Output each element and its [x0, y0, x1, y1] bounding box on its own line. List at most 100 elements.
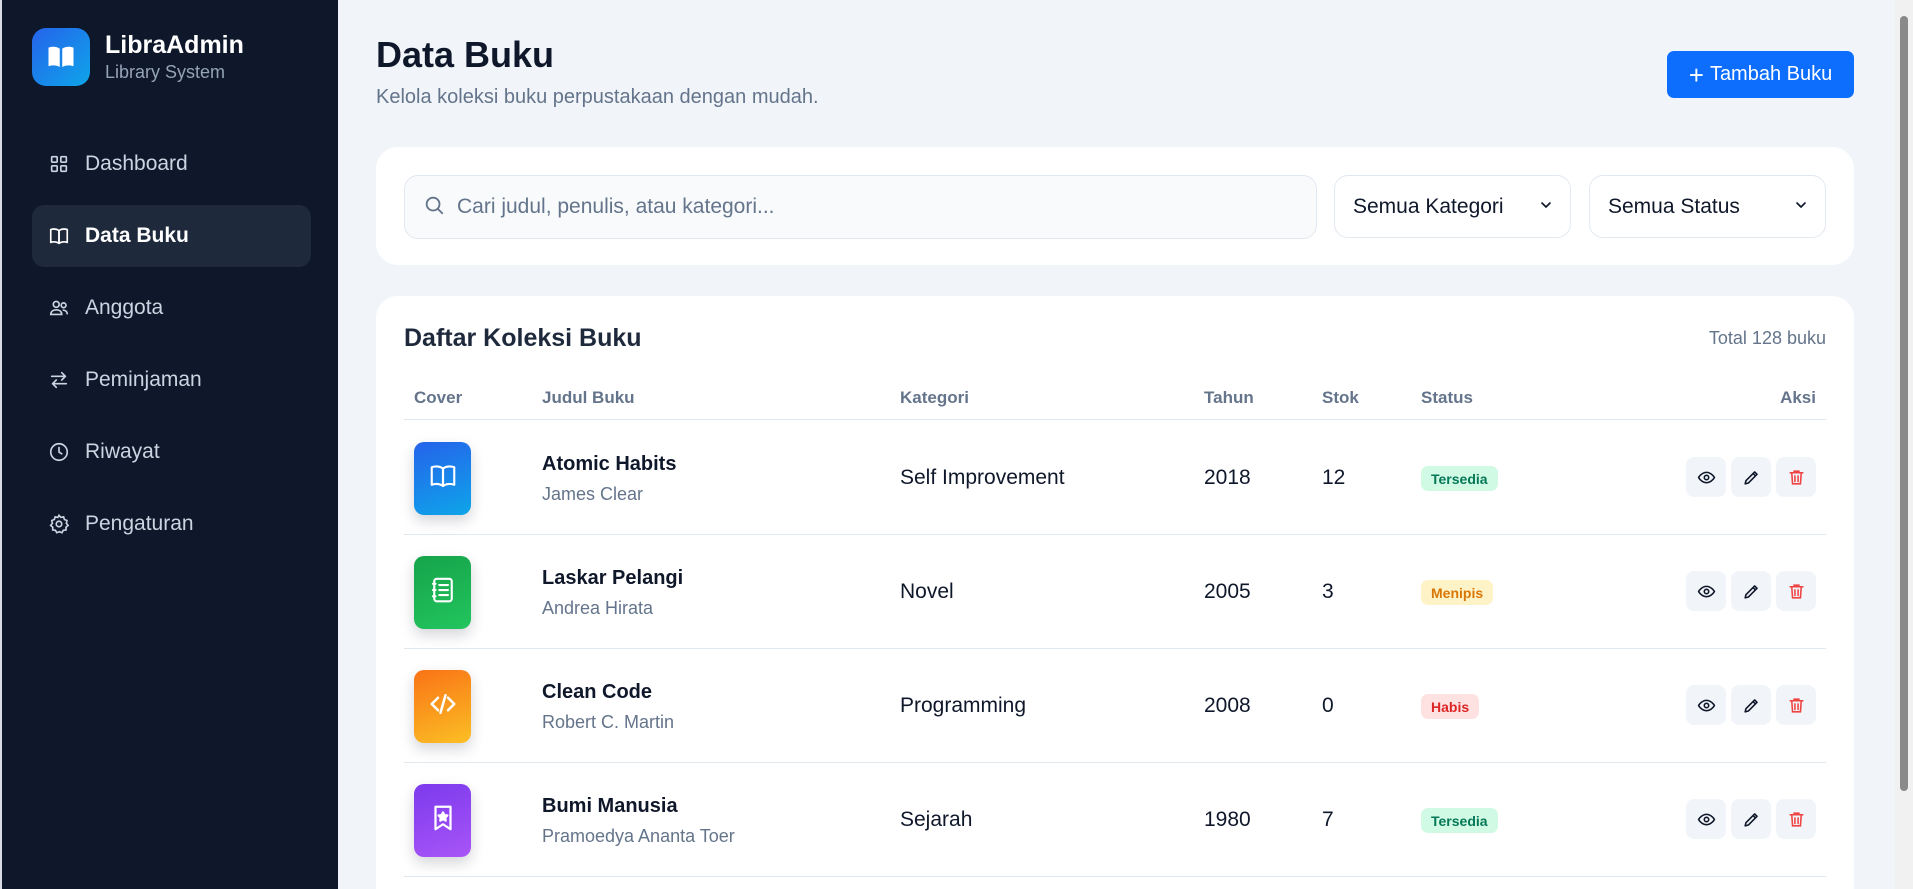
book-year: 2018 [1204, 466, 1251, 489]
category-select[interactable]: Semua Kategori [1334, 175, 1571, 238]
book-year: 1980 [1204, 808, 1251, 831]
eye-icon [1697, 699, 1715, 711]
delete-button[interactable] [1776, 457, 1816, 497]
vertical-scrollbar[interactable] [1895, 0, 1913, 889]
column-header-actions: Aksi [1780, 388, 1816, 407]
book-stock: 12 [1322, 466, 1346, 489]
book-cover [414, 556, 471, 629]
column-header-title: Judul Buku [542, 388, 635, 407]
view-button[interactable] [1686, 457, 1726, 497]
brand-subtitle: Library System [105, 62, 226, 82]
book-year: 2005 [1204, 580, 1251, 603]
book-category: Novel [900, 580, 954, 603]
grid-icon [48, 153, 70, 175]
trash-icon [1788, 469, 1804, 485]
book-year: 2008 [1204, 694, 1251, 717]
column-header-cover: Cover [414, 388, 463, 407]
table-title: Daftar Koleksi Buku [404, 324, 642, 352]
edit-button[interactable] [1731, 799, 1771, 839]
brand[interactable]: LibraAdmin Library System [32, 28, 244, 86]
sidebar-item-dashboard[interactable]: Dashboard [32, 133, 311, 195]
book-icon [48, 225, 70, 247]
book-author: James Clear [542, 484, 644, 504]
edit-button[interactable] [1731, 685, 1771, 725]
open-book-icon [32, 28, 90, 86]
bookmark-star-icon [428, 803, 458, 838]
table-row: Clean Code Robert C. Martin Programming … [404, 649, 1826, 763]
delete-button[interactable] [1776, 571, 1816, 611]
edit-button[interactable] [1731, 571, 1771, 611]
sidebar-item-peminjaman[interactable]: Peminjaman [32, 349, 311, 411]
notebook-icon [428, 575, 458, 610]
column-header-stock: Stok [1322, 388, 1359, 407]
book-cover [414, 670, 471, 743]
code-icon [428, 689, 458, 724]
book-cover [414, 442, 471, 515]
book-table-card: Daftar Koleksi Buku Total 128 buku Cover… [376, 296, 1854, 889]
scrollbar-thumb[interactable] [1900, 16, 1908, 791]
book-title: Clean Code [542, 681, 653, 703]
pencil-icon [1743, 470, 1758, 485]
plus-icon: + [1688, 59, 1704, 90]
eye-icon [1697, 585, 1715, 597]
sidebar-item-label: Dashboard [85, 152, 188, 175]
book-category: Programming [900, 694, 1027, 717]
book-stock: 0 [1322, 694, 1334, 717]
delete-button[interactable] [1776, 685, 1816, 725]
view-button[interactable] [1686, 799, 1726, 839]
open-book-icon [428, 461, 458, 496]
pencil-icon [1743, 584, 1758, 599]
eye-icon [1697, 471, 1715, 483]
sidebar-item-label: Peminjaman [85, 368, 202, 391]
add-book-button[interactable]: + Tambah Buku [1667, 51, 1854, 98]
delete-button[interactable] [1776, 799, 1816, 839]
add-book-label: Tambah Buku [1709, 63, 1833, 85]
category-select-value: Semua Kategori [1353, 194, 1504, 218]
gear-icon [48, 513, 70, 535]
book-author: Andrea Hirata [542, 598, 654, 618]
swap-arrows-icon [48, 369, 70, 391]
trash-icon [1788, 583, 1804, 599]
pencil-icon [1743, 812, 1758, 827]
book-stock: 3 [1322, 580, 1334, 603]
book-stock: 7 [1322, 808, 1334, 831]
chevron-down-icon [1538, 195, 1554, 219]
filter-card: Semua Kategori Semua Status [376, 147, 1854, 265]
book-title: Atomic Habits [542, 453, 677, 475]
edit-button[interactable] [1731, 457, 1771, 497]
search-box[interactable] [404, 175, 1317, 239]
brand-title: LibraAdmin [105, 31, 244, 59]
search-input[interactable] [457, 195, 1277, 219]
book-title: Bumi Manusia [542, 795, 678, 817]
search-icon [423, 194, 445, 221]
book-category: Self Improvement [900, 466, 1065, 489]
book-category: Sejarah [900, 808, 973, 831]
sidebar-item-pengaturan[interactable]: Pengaturan [32, 493, 311, 555]
sidebar-item-anggota[interactable]: Anggota [32, 277, 311, 339]
status-select[interactable]: Semua Status [1589, 175, 1826, 238]
table-row: Bumi Manusia Pramoedya Ananta Toer Sejar… [404, 763, 1826, 877]
main-content: Data Buku Kelola koleksi buku perpustaka… [338, 0, 1895, 889]
book-title: Laskar Pelangi [542, 567, 684, 589]
status-badge: Habis [1421, 694, 1480, 719]
sidebar-item-riwayat[interactable]: Riwayat [32, 421, 311, 483]
column-header-year: Tahun [1204, 388, 1254, 407]
sidebar-item-label: Data Buku [85, 224, 189, 247]
book-author: Pramoedya Ananta Toer [542, 826, 735, 846]
view-button[interactable] [1686, 571, 1726, 611]
page-title: Data Buku [376, 34, 555, 75]
chevron-down-icon [1793, 195, 1809, 219]
column-header-category: Kategori [900, 388, 969, 407]
clock-icon [48, 441, 70, 463]
column-header-status: Status [1421, 388, 1473, 407]
sidebar: LibraAdmin Library System Dashboard Data… [0, 0, 338, 889]
table-row: Laskar Pelangi Andrea Hirata Novel 2005 … [404, 535, 1826, 649]
sidebar-item-data-buku[interactable]: Data Buku [32, 205, 311, 267]
view-button[interactable] [1686, 685, 1726, 725]
book-author: Robert C. Martin [542, 712, 675, 732]
table-header: Cover Judul Buku Kategori Tahun Stok Sta… [404, 388, 1826, 420]
sidebar-nav: Dashboard Data Buku Anggota Peminjaman R… [32, 133, 311, 565]
page-subtitle: Kelola koleksi buku perpustakaan dengan … [376, 86, 819, 108]
eye-icon [1697, 813, 1715, 825]
trash-icon [1788, 697, 1804, 713]
